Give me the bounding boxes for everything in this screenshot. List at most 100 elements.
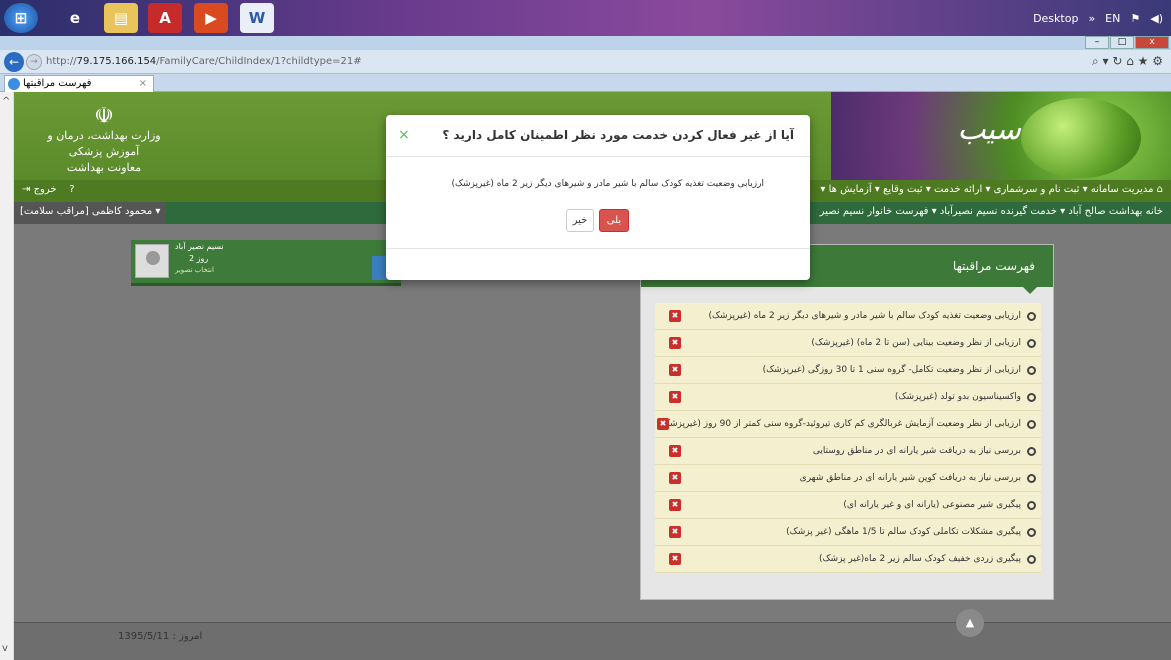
dialog-footer-divider xyxy=(386,248,810,249)
close-tab-icon[interactable]: × xyxy=(139,76,147,91)
chevron-icon[interactable]: » xyxy=(1088,12,1095,25)
item-label: پیگیری شیر مصنوعی (یارانه ای و غیر یاران… xyxy=(843,500,1021,510)
delete-icon[interactable]: ✖ xyxy=(669,553,681,565)
ie-taskbar-icon[interactable]: e xyxy=(58,3,92,33)
window-titlebar xyxy=(0,36,1171,50)
today-date: امروز : 1395/5/11 xyxy=(118,631,203,642)
item-label: پیگیری زردی خفیف کودک سالم زیر 2 ماه(غیر… xyxy=(818,554,1021,564)
list-item[interactable]: واکسیناسیون بدو تولد (غیرپزشک) ✖ xyxy=(655,384,1041,411)
list-item[interactable]: پیگیری شیر مصنوعی (یارانه ای و غیر یاران… xyxy=(655,492,1041,519)
circle-icon xyxy=(1027,528,1036,537)
list-item[interactable]: بررسی نیاز به دریافت شیر یارانه ای در من… xyxy=(655,438,1041,465)
delete-icon[interactable]: ✖ xyxy=(669,499,681,511)
circle-icon xyxy=(1027,393,1036,402)
brand-logo: سیب xyxy=(957,112,1021,147)
circle-icon xyxy=(1027,474,1036,483)
yes-button[interactable]: بلی xyxy=(599,209,629,232)
list-item[interactable]: پیگیری مشکلات تکاملی کودک سالم تا 1/5 ما… xyxy=(655,519,1041,546)
windows-taskbar: ⊞ e ▤ A ▶ W Desktop » EN ⚑ ◀) xyxy=(0,0,1171,36)
exit-link[interactable]: ⇥ خروج xyxy=(22,184,57,195)
list-item[interactable]: ارزیابی از نظر وضعیت بینایی (سن تا 2 ماه… xyxy=(655,330,1041,357)
media-taskbar-icon[interactable]: ▶ xyxy=(194,3,228,33)
back-arrow-icon[interactable]: ← xyxy=(4,52,24,72)
circle-icon xyxy=(1027,555,1036,564)
dialog-header: آیا از غیر فعال کردن خدمت مورد نظر اطمین… xyxy=(386,115,810,157)
ie-favicon-icon xyxy=(8,78,20,90)
close-icon[interactable]: × xyxy=(398,127,410,143)
delete-icon[interactable]: ✖ xyxy=(669,310,681,322)
confirm-dialog: آیا از غیر فعال کردن خدمت مورد نظر اطمین… xyxy=(386,115,810,280)
apple-icon xyxy=(1021,98,1141,178)
list-item[interactable]: ارزیابی وضعیت تغذیه کودک سالم با شیر ماد… xyxy=(655,303,1041,330)
delete-icon[interactable]: ✖ xyxy=(657,418,669,430)
list-item[interactable]: بررسی نیاز به دریافت کوپن شیر یارانه ای … xyxy=(655,465,1041,492)
forward-arrow-icon[interactable]: → xyxy=(26,54,42,70)
list-item[interactable]: ارزیابی از نظر وضعیت آزمایش غربالگری کم … xyxy=(655,411,1041,438)
no-button[interactable]: خیر xyxy=(566,209,594,232)
item-label: ارزیابی از نظر وضعیت آزمایش غربالگری کم … xyxy=(658,419,1021,429)
user-menu[interactable]: محمود کاظمی [مراقب سلامت] ▾ xyxy=(14,202,167,224)
user-name[interactable]: محمود کاظمی [مراقب سلامت] ▾ xyxy=(20,206,160,217)
scroll-top-icon[interactable]: ▲ xyxy=(956,609,984,637)
delete-icon[interactable]: ✖ xyxy=(669,526,681,538)
tabs-bar: فهرست مراقبتها × xyxy=(0,74,1171,92)
breadcrumb[interactable]: خانه بهداشت صالح آباد ▾ خدمت گیرنده نسیم… xyxy=(820,206,1163,217)
address-bar: ← → http://79.175.166.154/FamilyCare/Chi… xyxy=(0,50,1171,74)
window-controls: – □ x xyxy=(1085,36,1169,50)
child-name: نسیم نصیر آباد xyxy=(175,242,224,251)
iran-emblem-icon: ☫ xyxy=(94,104,114,129)
navbar-items[interactable]: مدیریت سامانه ▾ ثبت نام و سرشماری ▾ ارائ… xyxy=(820,184,1153,195)
ministry-deputy: معاونت بهداشت xyxy=(66,161,142,174)
circle-icon xyxy=(1027,447,1036,456)
delete-icon[interactable]: ✖ xyxy=(669,364,681,376)
language-indicator[interactable]: EN xyxy=(1105,12,1120,25)
acrobat-taskbar-icon[interactable]: A xyxy=(148,3,182,33)
flag-icon[interactable]: ⚑ xyxy=(1130,12,1140,25)
explorer-taskbar-icon[interactable]: ▤ xyxy=(104,3,138,33)
circle-icon xyxy=(1027,420,1036,429)
minimize-button[interactable]: – xyxy=(1085,36,1109,49)
circle-icon xyxy=(1027,339,1036,348)
navbar-left: ⇥ خروج ? xyxy=(22,184,75,195)
item-label: بررسی نیاز به دریافت کوپن شیر یارانه ای … xyxy=(799,473,1021,483)
avatar[interactable] xyxy=(135,244,169,278)
url-field[interactable]: http://79.175.166.154/FamilyCare/ChildIn… xyxy=(46,54,362,70)
speaker-icon[interactable]: ◀) xyxy=(1150,12,1163,25)
delete-icon[interactable]: ✖ xyxy=(669,337,681,349)
browser-tab[interactable]: فهرست مراقبتها × xyxy=(4,75,154,92)
tab-title: فهرست مراقبتها xyxy=(23,78,92,89)
ministry-name: وزارت بهداشت، درمان و آموزش پزشکی xyxy=(47,129,161,158)
navbar-menu[interactable]: ⌂ مدیریت سامانه ▾ ثبت نام و سرشماری ▾ ار… xyxy=(820,184,1163,195)
start-button[interactable]: ⊞ xyxy=(4,3,38,33)
delete-icon[interactable]: ✖ xyxy=(669,391,681,403)
delete-icon[interactable]: ✖ xyxy=(669,445,681,457)
close-window-button[interactable]: x xyxy=(1135,36,1169,49)
item-label: ارزیابی وضعیت تغذیه کودک سالم با شیر ماد… xyxy=(708,311,1021,321)
browser-tools[interactable]: ⌕ ▾ ↻ ⌂ ★ ⚙ xyxy=(1092,54,1163,69)
list-item[interactable]: ارزیابی از نظر وضعیت تکامل- گروه سنی 1 ت… xyxy=(655,357,1041,384)
help-icon[interactable]: ? xyxy=(69,184,74,195)
choose-photo-link[interactable]: انتخاب تصویر xyxy=(175,266,214,274)
home-icon[interactable]: ⌂ xyxy=(1157,184,1163,195)
scroll-up-icon[interactable]: ^ xyxy=(2,96,10,107)
circle-icon xyxy=(1027,366,1036,375)
delete-icon[interactable]: ✖ xyxy=(669,472,681,484)
brand-banner: سیب xyxy=(831,92,1171,180)
dialog-message: ارزیابی وضعیت تغذیه کودک سالم با شیر ماد… xyxy=(451,179,764,189)
item-label: ارزیابی از نظر وضعیت بینایی (سن تا 2 ماه… xyxy=(811,338,1021,348)
word-taskbar-icon[interactable]: W xyxy=(240,3,274,33)
scroll-down-icon[interactable]: v xyxy=(2,643,8,654)
care-list-panel: فهرست مراقبتها ارزیابی وضعیت تغذیه کودک … xyxy=(640,244,1054,600)
care-list: ارزیابی وضعیت تغذیه کودک سالم با شیر ماد… xyxy=(655,303,1041,573)
panel-pointer xyxy=(1023,287,1037,294)
system-tray: Desktop » EN ⚑ ◀) xyxy=(1033,0,1171,36)
breadcrumb-items[interactable]: خانه بهداشت صالح آباد ▾ خدمت گیرنده نسیم… xyxy=(820,206,1163,217)
maximize-button[interactable]: □ xyxy=(1110,36,1134,49)
circle-icon xyxy=(1027,501,1036,510)
vertical-scrollbar[interactable]: ^ v xyxy=(0,92,14,660)
desktop-toolbar[interactable]: Desktop xyxy=(1033,12,1078,25)
circle-icon xyxy=(1027,312,1036,321)
item-label: واکسیناسیون بدو تولد (غیرپزشک) xyxy=(894,392,1021,402)
item-label: بررسی نیاز به دریافت شیر یارانه ای در من… xyxy=(812,446,1021,456)
list-item[interactable]: پیگیری زردی خفیف کودک سالم زیر 2 ماه(غیر… xyxy=(655,546,1041,573)
